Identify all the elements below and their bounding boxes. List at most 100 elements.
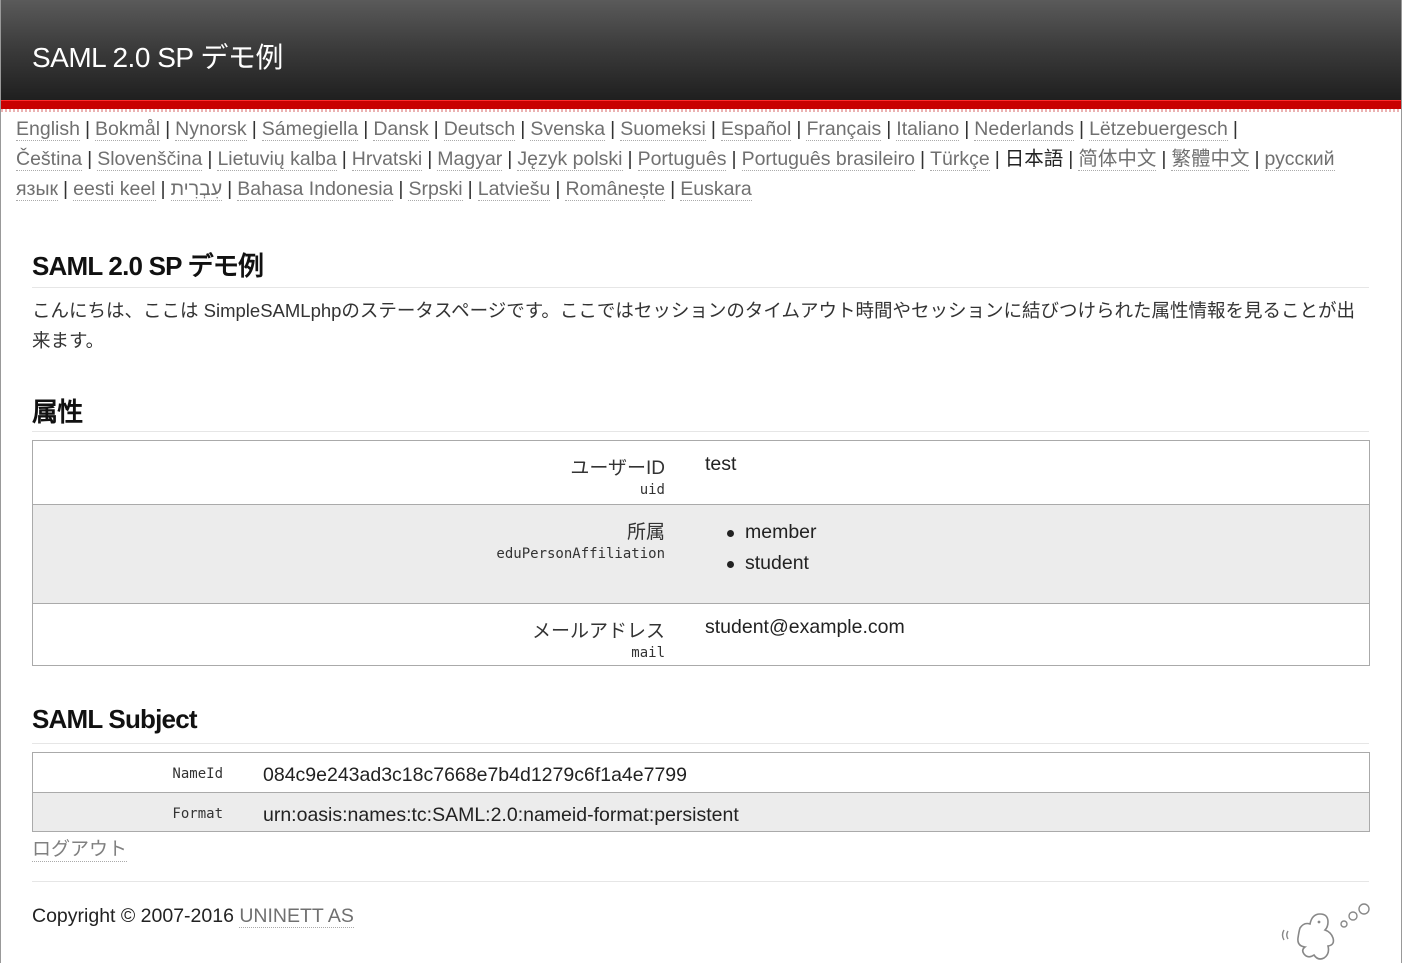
list-item: member — [727, 517, 817, 548]
language-separator: | — [87, 148, 93, 170]
language-link[interactable]: Nederlands — [974, 118, 1074, 141]
language-link[interactable]: Lietuvių kalba — [217, 148, 337, 171]
attribute-key: mail — [631, 645, 665, 661]
attributes-table: ユーザーID uid test 所属 eduPersonAffiliation … — [32, 440, 1370, 666]
language-link: 日本語 — [1004, 148, 1064, 170]
language-link[interactable]: Magyar — [437, 148, 503, 171]
language-link[interactable]: Sámegiella — [261, 118, 359, 141]
language-link[interactable]: עִבְרִית — [170, 178, 223, 201]
language-link[interactable]: Srpski — [408, 178, 463, 201]
language-separator: | — [670, 178, 676, 200]
language-separator: | — [796, 118, 802, 140]
language-link[interactable]: Bahasa Indonesia — [237, 178, 394, 201]
table-row: Format urn:oasis:names:tc:SAML:2.0:namei… — [33, 792, 1369, 831]
divider — [32, 881, 1369, 882]
language-separator: | — [341, 148, 347, 170]
divider — [32, 743, 1369, 744]
language-link[interactable]: Svenska — [530, 118, 606, 141]
subject-value: urn:oasis:names:tc:SAML:2.0:nameid-forma… — [263, 804, 739, 826]
logout-link[interactable]: ログアウト — [32, 834, 128, 862]
language-bar: English | Bokmål | Nynorsk | Sámegiella | Dansk |… — [16, 114, 1386, 204]
language-link[interactable]: 繁體中文 — [1171, 148, 1250, 171]
language-link[interactable]: Euskara — [680, 178, 752, 201]
language-link[interactable]: Español — [720, 118, 792, 141]
attribute-name: ユーザーID — [570, 458, 665, 479]
language-link[interactable]: Latviešu — [477, 178, 551, 201]
header-accent-bar — [1, 100, 1401, 109]
language-link[interactable]: English — [16, 118, 80, 141]
language-link[interactable]: Nynorsk — [175, 118, 247, 141]
saml-subject-table: NameId 084c9e243ad3c18c7668e7b4d1279c6f1… — [32, 752, 1370, 832]
header-bar: SAML 2.0 SP デモ例 — [1, 0, 1401, 100]
language-link[interactable]: Suomeksi — [620, 118, 706, 141]
language-separator: | — [227, 178, 233, 200]
divider — [32, 431, 1369, 432]
language-separator: | — [251, 118, 257, 140]
table-row: 所属 eduPersonAffiliation member student — [33, 504, 1369, 603]
language-link[interactable]: Język polski — [517, 148, 623, 171]
subject-key: NameId — [172, 766, 223, 782]
attribute-value-list: member student — [727, 517, 817, 579]
language-separator: | — [398, 178, 404, 200]
table-row: NameId 084c9e243ad3c18c7668e7b4d1279c6f1… — [33, 753, 1369, 792]
language-separator: | — [1232, 118, 1238, 140]
intro-text: こんにちは、ここは SimpleSAMLphpのステータスページです。ここではセ… — [32, 300, 1356, 351]
attribute-name: 所属 — [626, 522, 665, 543]
language-link[interactable]: eesti keel — [73, 178, 156, 201]
subject-key: Format — [172, 806, 223, 822]
language-link[interactable]: Deutsch — [443, 118, 516, 141]
language-separator: | — [1079, 118, 1085, 140]
language-separator: | — [507, 148, 513, 170]
language-link[interactable]: Lëtzebuergesch — [1089, 118, 1228, 141]
language-separator: | — [363, 118, 369, 140]
language-separator: | — [165, 118, 171, 140]
attribute-key: eduPersonAffiliation — [496, 546, 665, 562]
list-item: student — [727, 548, 817, 579]
language-separator: | — [920, 148, 926, 170]
language-link[interactable]: Italiano — [896, 118, 960, 141]
language-separator: | — [555, 178, 561, 200]
language-separator: | — [886, 118, 892, 140]
language-separator: | — [610, 118, 616, 140]
language-separator: | — [1161, 148, 1167, 170]
language-separator: | — [964, 118, 970, 140]
language-separator: | — [160, 178, 166, 200]
table-row: メールアドレス mail student@example.com — [33, 603, 1369, 665]
language-link[interactable]: Românește — [565, 178, 666, 201]
company-link[interactable]: UNINETT AS — [239, 905, 354, 928]
copyright: Copyright © 2007-2016 UNINETT AS — [32, 905, 354, 928]
subject-value: 084c9e243ad3c18c7668e7b4d1279c6f1a4e7799 — [263, 764, 687, 786]
language-link[interactable]: Bokmål — [95, 118, 161, 141]
attributes-heading: 属性 — [32, 397, 83, 427]
language-link[interactable]: Dansk — [373, 118, 429, 141]
language-link[interactable]: Türkçe — [930, 148, 990, 171]
language-separator: | — [427, 148, 433, 170]
language-separator: | — [994, 148, 1000, 170]
attribute-name: メールアドレス — [531, 621, 665, 642]
language-link[interactable]: 简体中文 — [1078, 148, 1157, 171]
language-link[interactable]: Slovenščina — [97, 148, 203, 171]
divider — [32, 287, 1369, 288]
language-separator: | — [710, 118, 716, 140]
language-link[interactable]: Português — [637, 148, 727, 171]
page-title: SAML 2.0 SP デモ例 — [32, 251, 264, 281]
simplesamlphp-logo-icon — [1281, 903, 1370, 960]
attribute-value: student@example.com — [705, 616, 905, 638]
language-separator: | — [1068, 148, 1074, 170]
language-link[interactable]: Português brasileiro — [741, 148, 915, 171]
language-link[interactable]: Français — [806, 118, 882, 141]
language-separator: | — [84, 118, 91, 140]
table-row: ユーザーID uid test — [33, 441, 1369, 504]
language-link[interactable]: Čeština — [16, 148, 83, 171]
language-separator: | — [63, 178, 69, 200]
attribute-key: uid — [639, 482, 665, 498]
header-accent-shadow — [1, 109, 1401, 112]
language-separator: | — [1254, 148, 1260, 170]
language-separator: | — [207, 148, 213, 170]
language-link[interactable]: Hrvatski — [351, 148, 423, 171]
language-separator: | — [627, 148, 633, 170]
language-separator: | — [520, 118, 526, 140]
language-separator: | — [433, 118, 439, 140]
language-separator: | — [731, 148, 737, 170]
saml-subject-heading: SAML Subject — [32, 704, 198, 734]
